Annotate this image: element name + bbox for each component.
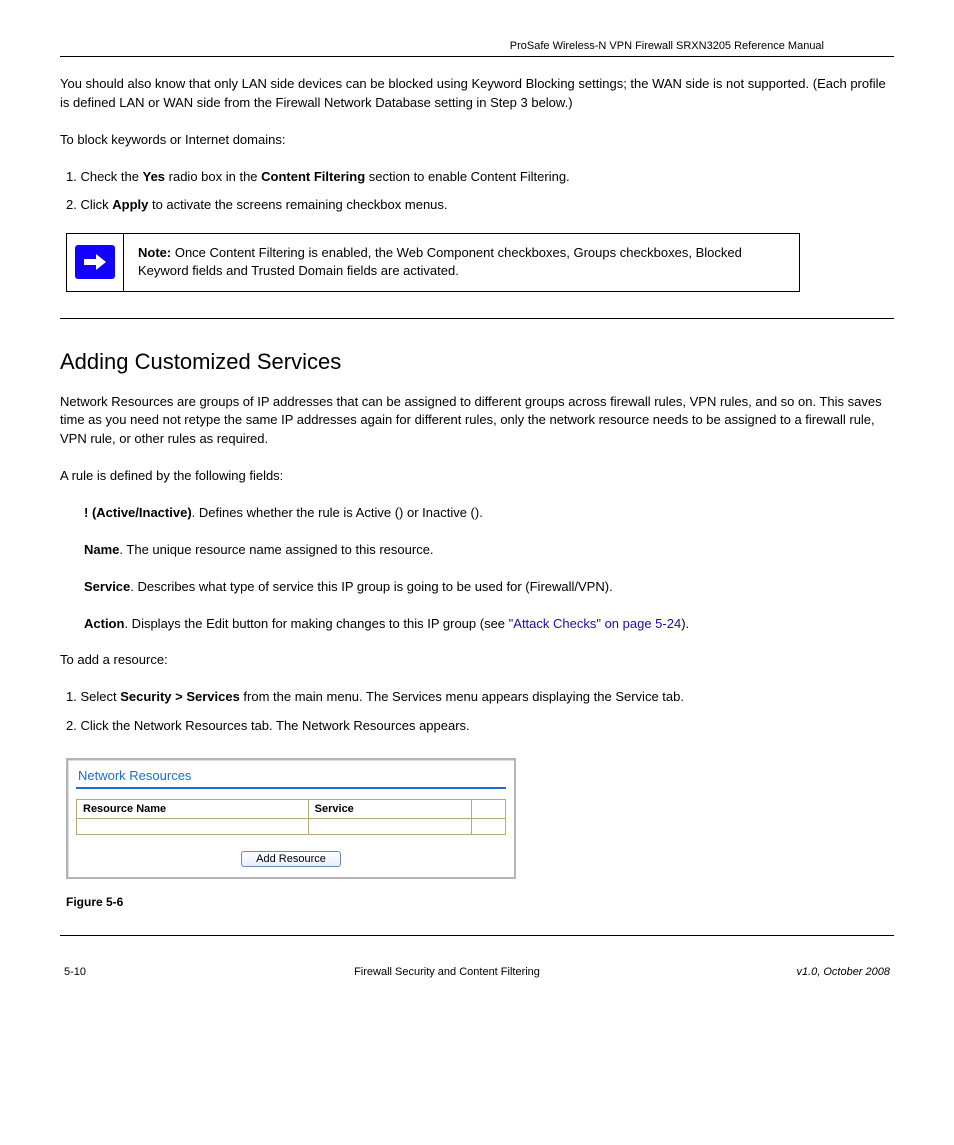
footer-version: v1.0, October 2008 (770, 966, 890, 978)
body-paragraph-2: To block keywords or Internet domains: (60, 131, 894, 150)
list-item-2-a: 2. Click (66, 197, 112, 212)
figure-caption: Figure 5-6 (66, 895, 894, 909)
step-1: 1. Select Security > Services from the m… (66, 688, 894, 707)
top-rule (60, 56, 894, 57)
step-1-a: 1. Select (66, 689, 120, 704)
cell-resource (77, 818, 309, 834)
rule-field-1-text: . Defines whether the rule is Active () … (192, 505, 483, 520)
rule-field-2-label: Name (84, 542, 119, 557)
rule-field-4-label: Action (84, 616, 124, 631)
attack-checks-link[interactable]: "Attack Checks" on page 5-24 (509, 616, 682, 631)
page-number: 5-10 (64, 966, 124, 978)
note-text: Once Content Filtering is enabled, the W… (138, 245, 742, 278)
rule-field-1: ! (Active/Inactive). Defines whether the… (84, 504, 894, 523)
column-service: Service (308, 799, 471, 818)
rule-intro: A rule is defined by the following field… (60, 467, 894, 486)
section-body-1: Network Resources are groups of IP addre… (60, 393, 894, 450)
rule-field-1-label: ! (Active/Inactive) (84, 505, 192, 520)
resources-table: Resource Name Service (76, 799, 506, 835)
note-label: Note: (138, 245, 171, 260)
section-heading: Adding Customized Services (60, 349, 894, 375)
section-rule (60, 318, 894, 319)
list-item-1-c: radio box in the (165, 169, 261, 184)
rule-field-4-text: . Displays the Edit button for making ch… (124, 616, 508, 631)
panel-title: Network Resources (76, 766, 506, 787)
table-row (77, 818, 506, 834)
list-item-1: 1. Check the Yes radio box in the Conten… (66, 168, 894, 187)
list-item-2: 2. Click Apply to activate the screens r… (66, 196, 894, 215)
panel-divider (76, 787, 506, 789)
add-resource-steps: 1. Select Security > Services from the m… (66, 688, 894, 736)
numbered-list: 1. Check the Yes radio box in the Conten… (66, 168, 894, 216)
footer-rule (60, 935, 894, 936)
footer: 5-10 Firewall Security and Content Filte… (60, 966, 894, 978)
footer-center: Firewall Security and Content Filtering (124, 966, 770, 978)
to-add-resource: To add a resource: (60, 651, 894, 670)
content-filtering-label: Content Filtering (261, 169, 365, 184)
list-item-1-e: section to enable Content Filtering. (365, 169, 570, 184)
rule-field-3: Service. Describes what type of service … (84, 578, 894, 597)
security-services-label: Security > Services (120, 689, 240, 704)
arrow-right-icon (75, 245, 115, 279)
step-1-c: from the main menu. The Services menu ap… (240, 689, 684, 704)
note-text-cell: Note: Once Content Filtering is enabled,… (124, 234, 800, 291)
rule-field-3-text: . Describes what type of service this IP… (130, 579, 612, 594)
rule-field-4: Action. Displays the Edit button for mak… (84, 615, 894, 634)
network-resources-panel: Network Resources Resource Name Service … (66, 758, 516, 879)
rule-field-2: Name. The unique resource name assigned … (84, 541, 894, 560)
step-2: 2. Click the Network Resources tab. The … (66, 717, 894, 736)
rule-field-2-text: . The unique resource name assigned to t… (119, 542, 433, 557)
note-icon-cell (67, 234, 124, 291)
running-header: ProSafe Wireless-N VPN Firewall SRXN3205… (60, 40, 894, 52)
column-extra (471, 799, 505, 818)
cell-service (308, 818, 471, 834)
list-item-1-a: 1. Check the (66, 169, 143, 184)
list-item-2-b: to activate the screens remaining checkb… (148, 197, 447, 212)
rule-field-3-label: Service (84, 579, 130, 594)
cell-extra (471, 818, 505, 834)
add-resource-button[interactable]: Add Resource (241, 851, 341, 867)
body-paragraph-1: You should also know that only LAN side … (60, 75, 894, 113)
note-box: Note: Once Content Filtering is enabled,… (66, 233, 800, 291)
yes-label: Yes (143, 169, 165, 184)
apply-label: Apply (112, 197, 148, 212)
column-resource-name: Resource Name (77, 799, 309, 818)
figure-network-resources: Network Resources Resource Name Service … (66, 758, 894, 879)
rule-field-4-after: ). (681, 616, 689, 631)
